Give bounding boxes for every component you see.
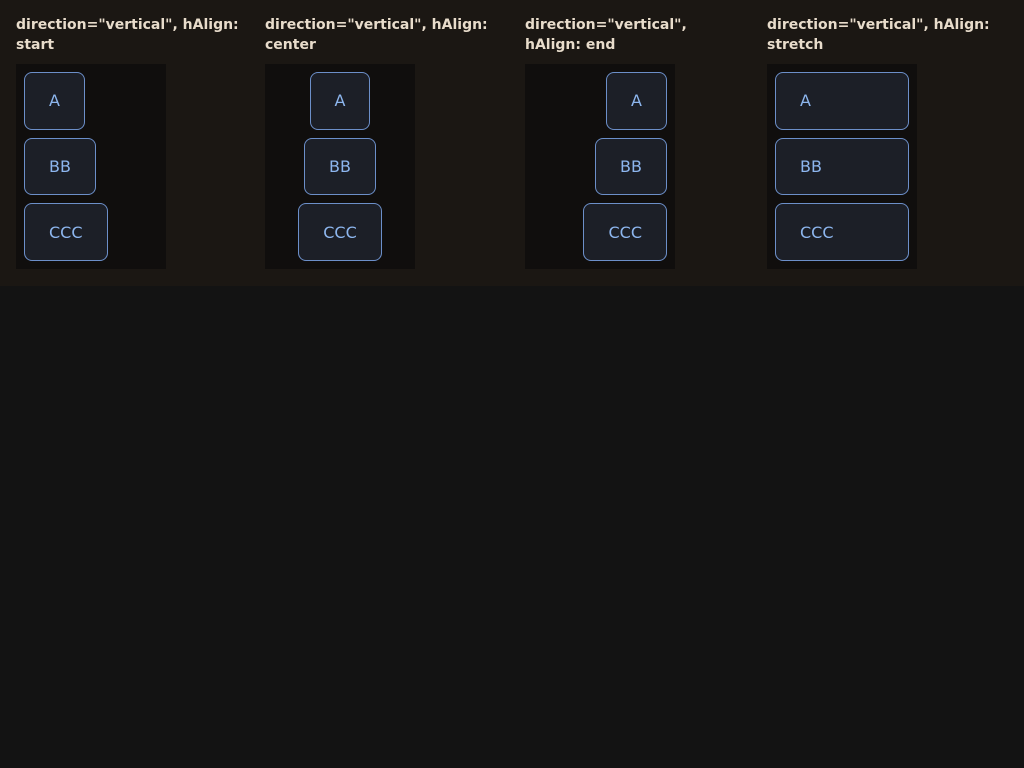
demo-halign-start: direction="vertical", hAlign: start A BB… (16, 15, 251, 269)
stack-item-bb: BB (304, 137, 376, 196)
stack-item-ccc: CCC (24, 203, 108, 262)
stack-item-bb: BB (24, 137, 96, 196)
stack-item-a: A (606, 72, 667, 130)
stack-item-bb: BB (775, 137, 909, 196)
stack-item-ccc: CCC (298, 203, 382, 262)
vertical-stack: A BB CCC (16, 64, 166, 269)
vertical-stack: A BB CCC (525, 64, 675, 269)
demo-title: direction="vertical", hAlign: center (265, 17, 488, 53)
vertical-stack: A BB CCC (265, 64, 415, 269)
demo-title: direction="vertical", hAlign: stretch (767, 17, 990, 53)
stack-item-bb: BB (595, 137, 667, 196)
demo-title: direction="vertical", hAlign: end (525, 17, 687, 53)
demo-title: direction="vertical", hAlign: start (16, 17, 239, 53)
stack-item-ccc: CCC (583, 203, 667, 262)
demo-halign-center: direction="vertical", hAlign: center A B… (265, 15, 500, 269)
stack-item-ccc: CCC (775, 203, 909, 262)
demo-halign-stretch: direction="vertical", hAlign: stretch A … (767, 15, 1002, 269)
stack-item-a: A (775, 72, 909, 130)
vertical-stack: A BB CCC (767, 64, 917, 269)
stack-item-a: A (24, 72, 85, 130)
demo-halign-end: direction="vertical", hAlign: end A BB C… (525, 15, 715, 269)
demo-panel: direction="vertical", hAlign: start A BB… (0, 0, 1024, 286)
stack-item-a: A (309, 72, 371, 130)
